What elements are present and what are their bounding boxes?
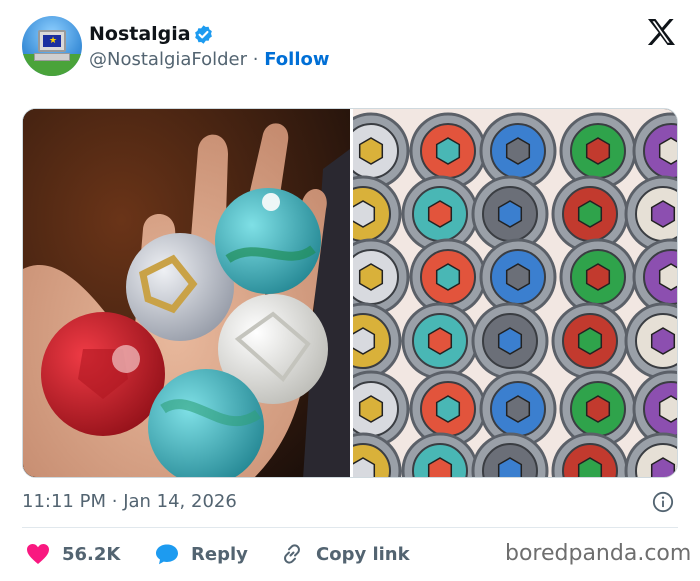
beyblade-top: [409, 238, 487, 316]
timestamp-separator: ·: [111, 491, 118, 512]
beyblade-top: [471, 302, 549, 380]
reply-label: Reply: [191, 543, 248, 565]
info-icon[interactable]: [652, 491, 674, 513]
copy-link-button[interactable]: Copy link: [280, 541, 410, 567]
x-logo-icon[interactable]: [646, 18, 676, 46]
author-handle-row: @NostalgiaFolder · Follow: [89, 48, 330, 72]
like-count: 56.2K: [62, 543, 121, 565]
follow-button[interactable]: Follow: [264, 49, 329, 70]
beyblade-top: [551, 302, 629, 380]
avatar[interactable]: ★: [22, 16, 82, 76]
boredpanda-watermark: boredpanda.com: [505, 541, 692, 566]
beyblade-top: [632, 238, 677, 316]
post-date: Jan 14, 2026: [123, 491, 237, 512]
beyblades-collection-photo[interactable]: [353, 109, 677, 477]
reply-button[interactable]: Reply: [155, 541, 248, 567]
computer-keyboard-icon: [34, 53, 70, 61]
retro-computer-icon: ★: [38, 30, 66, 52]
beyblade-grid-drawing: [353, 112, 677, 477]
link-icon: [284, 544, 300, 564]
post-timestamp[interactable]: 11:11 PM · Jan 14, 2026: [22, 490, 237, 514]
author-handle[interactable]: @NostalgiaFolder: [89, 49, 247, 70]
beyblade-top: [559, 238, 637, 316]
bakugan-balls-photo[interactable]: [23, 109, 350, 477]
footer-divider: [22, 527, 678, 528]
post-time: 11:11 PM: [22, 491, 106, 512]
reply-bubble-icon: [156, 544, 178, 565]
copy-link-label: Copy link: [316, 543, 410, 565]
like-button[interactable]: 56.2K: [26, 541, 120, 567]
beyblade-top: [479, 238, 557, 316]
handle-separator: ·: [252, 49, 259, 70]
beyblade-top: [401, 302, 479, 380]
beyblade-top: [624, 302, 677, 380]
author-name[interactable]: Nostalgia: [89, 22, 191, 46]
beyblade-top: [353, 302, 402, 380]
verified-badge-icon: [195, 25, 212, 44]
beyblade-top: [624, 432, 677, 477]
tweet-media[interactable]: [22, 108, 678, 478]
bakugan-photo-drawing: [23, 109, 350, 477]
heart-icon: [27, 544, 49, 564]
tweet-card: ★ Nostalgia @NostalgiaFolder · Follow 11…: [0, 0, 700, 581]
